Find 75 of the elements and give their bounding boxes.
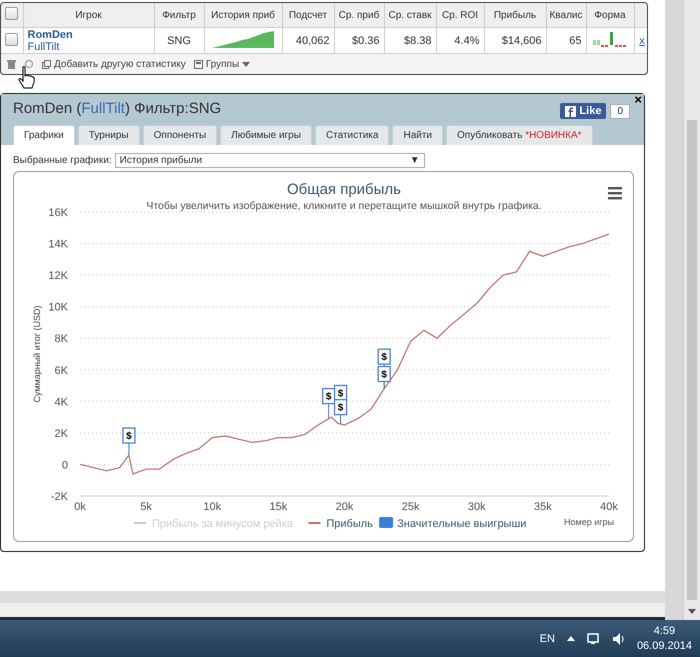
x-axis-title: Номер игры	[564, 517, 614, 527]
annotation: $	[381, 352, 388, 364]
clock-date[interactable]: 06.09.2014	[636, 638, 692, 654]
caret-icon	[242, 62, 250, 66]
x-tick-label: 35k	[534, 501, 552, 513]
annotation: $	[338, 402, 344, 414]
tab[interactable]: Опубликовать *НОВИНКА*	[446, 125, 593, 145]
tab[interactable]: Графики	[13, 125, 75, 145]
trash-icon[interactable]	[7, 59, 16, 69]
language-indicator[interactable]: EN	[540, 632, 555, 644]
speaker-icon[interactable]	[612, 632, 625, 644]
groups-dropdown[interactable]: Группы	[194, 58, 250, 70]
horizontal-scrollbar[interactable]	[0, 603, 665, 620]
legend-item[interactable]: Значительные выигрыши	[397, 518, 526, 530]
x-tick-label: 0k	[74, 501, 86, 513]
x-tick-label: 25k	[402, 501, 420, 513]
y-tick-label: 0	[62, 459, 68, 472]
y-tick-label: 12K	[48, 270, 68, 282]
y-tick-label: 8K	[54, 333, 68, 346]
network-icon[interactable]	[586, 632, 601, 645]
close-button[interactable]: ×	[634, 92, 642, 107]
like-count: 0	[610, 104, 630, 118]
scroll-down-icon[interactable]	[687, 606, 697, 616]
x-tick-label: 20k	[336, 501, 354, 513]
y-tick-label: 14K	[48, 238, 68, 251]
annotation: $	[338, 388, 344, 400]
y-tick-label: 10K	[48, 302, 68, 314]
copy-icon	[42, 60, 51, 68]
annotation: $	[126, 431, 132, 442]
chart-title: Общая прибыль	[286, 181, 402, 198]
tab[interactable]: Оппоненты	[142, 125, 218, 145]
tab[interactable]: Найти	[392, 125, 444, 145]
y-tick-label: 4K	[54, 396, 68, 408]
table-cell: $14,606	[502, 34, 542, 46]
y-tick-label: 16K	[48, 207, 68, 219]
y-axis-title: Суммарный итог (USD)	[32, 305, 42, 403]
add-stat-button[interactable]: Добавить другую статистику	[42, 58, 186, 70]
annotation: $	[326, 392, 332, 403]
tab[interactable]: Любимые игры	[220, 125, 312, 145]
tray-arrow-icon[interactable]	[566, 636, 575, 641]
site-link[interactable]: FullTilt	[28, 40, 150, 52]
table-cell: $0.36	[352, 34, 380, 46]
dialog-title: RomDen (FullTilt) Фильтр:SNG	[13, 100, 222, 117]
x-tick-label: 5k	[140, 501, 152, 513]
chart-subtitle: Чтобы увеличить изображение, кликните и перетащите мышкой внутрь графика.	[146, 200, 542, 212]
chart-select[interactable]: История прибыли ▼	[114, 153, 425, 168]
x-tick-label: 15k	[270, 501, 288, 513]
player-link[interactable]: RomDen	[28, 28, 150, 40]
legend-item[interactable]: Прибыль	[326, 518, 373, 530]
annotation: $	[381, 370, 388, 381]
clock-time[interactable]: 4:59	[654, 624, 676, 638]
table-cell: $8.38	[404, 34, 432, 46]
table-cell: 4.4%	[454, 34, 480, 46]
table-cell: 65	[569, 34, 582, 46]
like-button[interactable]: Like	[560, 103, 606, 119]
x-tick-label: 30k	[468, 501, 486, 513]
table-cell: 40,062	[296, 34, 330, 46]
facebook-icon	[565, 106, 576, 116]
row-checkbox[interactable]	[5, 32, 18, 46]
x-tick-label: 10k	[203, 501, 222, 513]
folder-icon	[194, 60, 203, 68]
x-tick-label: 40k	[600, 501, 618, 513]
tab[interactable]: Турниры	[78, 125, 140, 145]
y-tick-label: 2K	[54, 428, 68, 440]
sparkline	[212, 30, 274, 48]
form-bars-icon	[593, 31, 627, 47]
column-header[interactable]: Игрок	[75, 10, 102, 20]
scrollbar[interactable]	[683, 0, 700, 620]
y-tick-label: 6K	[54, 364, 68, 377]
tab[interactable]: Статистика	[314, 125, 390, 145]
menu-icon[interactable]	[608, 187, 622, 200]
chart-select-label: Выбранные графики:	[13, 155, 112, 166]
y-tick-label: -2K	[50, 491, 68, 503]
select-all-checkbox[interactable]	[5, 7, 18, 20]
table-cell: SNG	[167, 34, 191, 46]
